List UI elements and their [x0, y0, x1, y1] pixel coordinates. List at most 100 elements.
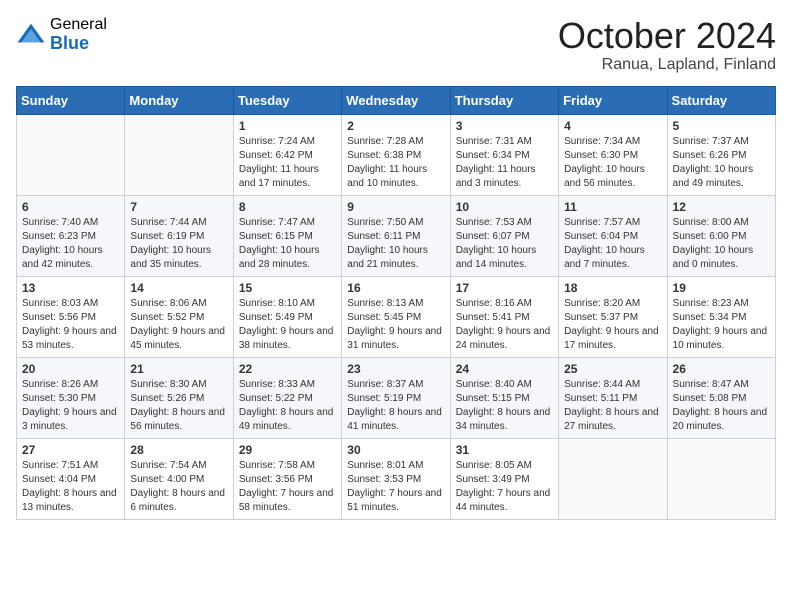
day-number: 14 [130, 281, 227, 295]
day-info: Sunrise: 7:57 AMSunset: 6:04 PMDaylight:… [564, 216, 661, 272]
logo-text: General Blue [50, 16, 107, 53]
logo-blue: Blue [50, 34, 107, 54]
day-info: Sunrise: 7:54 AMSunset: 4:00 PMDaylight:… [130, 459, 227, 515]
day-info: Sunrise: 8:06 AMSunset: 5:52 PMDaylight:… [130, 297, 227, 353]
calendar-week-4: 20 Sunrise: 8:26 AMSunset: 5:30 PMDayligh… [17, 357, 776, 438]
weekday-header-tuesday: Tuesday [233, 86, 341, 114]
calendar-cell: 18 Sunrise: 8:20 AMSunset: 5:37 PMDayligh… [559, 276, 667, 357]
calendar-cell: 23 Sunrise: 8:37 AMSunset: 5:19 PMDayligh… [342, 357, 450, 438]
day-number: 21 [130, 362, 227, 376]
day-number: 5 [673, 119, 770, 133]
day-number: 30 [347, 443, 444, 457]
calendar-cell: 9 Sunrise: 7:50 AMSunset: 6:11 PMDaylight… [342, 195, 450, 276]
calendar-cell [125, 114, 233, 195]
day-info: Sunrise: 8:00 AMSunset: 6:00 PMDaylight:… [673, 216, 770, 272]
day-number: 27 [22, 443, 119, 457]
day-number: 8 [239, 200, 336, 214]
day-info: Sunrise: 7:24 AMSunset: 6:42 PMDaylight:… [239, 135, 336, 191]
calendar-week-2: 6 Sunrise: 7:40 AMSunset: 6:23 PMDaylight… [17, 195, 776, 276]
logo: General Blue [16, 16, 107, 53]
calendar-cell: 24Sunrise: 8:40 AMSunset: 5:15 PMDayligh… [450, 357, 558, 438]
day-info: Sunrise: 8:05 AMSunset: 3:49 PMDaylight:… [456, 459, 553, 515]
day-info: Sunrise: 8:33 AMSunset: 5:22 PMDaylight:… [239, 378, 336, 434]
day-info: Sunrise: 8:23 AMSunset: 5:34 PMDaylight:… [673, 297, 770, 353]
calendar-table: SundayMondayTuesdayWednesdayThursdayFrid… [16, 86, 776, 520]
logo-icon [16, 20, 46, 50]
calendar-cell: 1 Sunrise: 7:24 AMSunset: 6:42 PMDaylight… [233, 114, 341, 195]
day-info: Sunrise: 7:58 AMSunset: 3:56 PMDaylight:… [239, 459, 336, 515]
calendar-cell: 31 Sunrise: 8:05 AMSunset: 3:49 PMDayligh… [450, 438, 558, 519]
day-info: Sunrise: 7:31 AMSunset: 6:34 PMDaylight:… [456, 135, 553, 191]
weekday-header-sunday: Sunday [17, 86, 125, 114]
day-info: Sunrise: 7:51 AMSunset: 4:04 PMDaylight:… [22, 459, 119, 515]
title-block: October 2024 Ranua, Lapland, Finland [558, 16, 776, 74]
day-number: 7 [130, 200, 227, 214]
calendar-cell: 28Sunrise: 7:54 AMSunset: 4:00 PMDayligh… [125, 438, 233, 519]
calendar-cell: 22 Sunrise: 8:33 AMSunset: 5:22 PMDayligh… [233, 357, 341, 438]
calendar-cell [17, 114, 125, 195]
day-number: 9 [347, 200, 444, 214]
calendar-cell: 8 Sunrise: 7:47 AMSunset: 6:15 PMDaylight… [233, 195, 341, 276]
calendar-cell: 30 Sunrise: 8:01 AMSunset: 3:53 PMDayligh… [342, 438, 450, 519]
calendar-week-5: 27 Sunrise: 7:51 AMSunset: 4:04 PMDayligh… [17, 438, 776, 519]
day-number: 26 [673, 362, 770, 376]
calendar-cell: 19 Sunrise: 8:23 AMSunset: 5:34 PMDayligh… [667, 276, 775, 357]
calendar-cell: 17Sunrise: 8:16 AMSunset: 5:41 PMDayligh… [450, 276, 558, 357]
calendar-cell [667, 438, 775, 519]
day-number: 11 [564, 200, 661, 214]
day-info: Sunrise: 8:20 AMSunset: 5:37 PMDaylight:… [564, 297, 661, 353]
day-info: Sunrise: 8:16 AMSunset: 5:41 PMDaylight:… [456, 297, 553, 353]
logo-general: General [50, 16, 107, 34]
calendar-cell: 11 Sunrise: 7:57 AMSunset: 6:04 PMDayligh… [559, 195, 667, 276]
day-info: Sunrise: 7:44 AMSunset: 6:19 PMDaylight:… [130, 216, 227, 272]
calendar-cell: 6 Sunrise: 7:40 AMSunset: 6:23 PMDaylight… [17, 195, 125, 276]
day-number: 18 [564, 281, 661, 295]
day-number: 19 [673, 281, 770, 295]
month-title: October 2024 [558, 16, 776, 56]
calendar-cell: 12Sunrise: 8:00 AMSunset: 6:00 PMDayligh… [667, 195, 775, 276]
day-number: 2 [347, 119, 444, 133]
day-info: Sunrise: 7:50 AMSunset: 6:11 PMDaylight:… [347, 216, 444, 272]
page-header: General Blue October 2024 Ranua, Lapland… [16, 16, 776, 74]
calendar-week-3: 13Sunrise: 8:03 AMSunset: 5:56 PMDayligh… [17, 276, 776, 357]
day-info: Sunrise: 8:44 AMSunset: 5:11 PMDaylight:… [564, 378, 661, 434]
day-info: Sunrise: 8:01 AMSunset: 3:53 PMDaylight:… [347, 459, 444, 515]
calendar-cell: 16Sunrise: 8:13 AMSunset: 5:45 PMDayligh… [342, 276, 450, 357]
weekday-header-monday: Monday [125, 86, 233, 114]
day-number: 20 [22, 362, 119, 376]
day-info: Sunrise: 7:47 AMSunset: 6:15 PMDaylight:… [239, 216, 336, 272]
calendar-cell: 13Sunrise: 8:03 AMSunset: 5:56 PMDayligh… [17, 276, 125, 357]
day-number: 31 [456, 443, 553, 457]
day-info: Sunrise: 8:26 AMSunset: 5:30 PMDaylight:… [22, 378, 119, 434]
day-number: 13 [22, 281, 119, 295]
calendar-cell: 15 Sunrise: 8:10 AMSunset: 5:49 PMDayligh… [233, 276, 341, 357]
weekday-header-thursday: Thursday [450, 86, 558, 114]
weekday-header-row: SundayMondayTuesdayWednesdayThursdayFrid… [17, 86, 776, 114]
calendar-cell: 3Sunrise: 7:31 AMSunset: 6:34 PMDaylight… [450, 114, 558, 195]
calendar-cell: 10 Sunrise: 7:53 AMSunset: 6:07 PMDayligh… [450, 195, 558, 276]
calendar-cell: 29 Sunrise: 7:58 AMSunset: 3:56 PMDayligh… [233, 438, 341, 519]
day-info: Sunrise: 7:40 AMSunset: 6:23 PMDaylight:… [22, 216, 119, 272]
calendar-cell: 20 Sunrise: 8:26 AMSunset: 5:30 PMDayligh… [17, 357, 125, 438]
day-info: Sunrise: 7:37 AMSunset: 6:26 PMDaylight:… [673, 135, 770, 191]
calendar-week-1: 1 Sunrise: 7:24 AMSunset: 6:42 PMDaylight… [17, 114, 776, 195]
calendar-cell: 27 Sunrise: 7:51 AMSunset: 4:04 PMDayligh… [17, 438, 125, 519]
day-number: 16 [347, 281, 444, 295]
calendar-cell: 4Sunrise: 7:34 AMSunset: 6:30 PMDaylight… [559, 114, 667, 195]
weekday-header-saturday: Saturday [667, 86, 775, 114]
day-number: 10 [456, 200, 553, 214]
day-number: 29 [239, 443, 336, 457]
day-info: Sunrise: 8:37 AMSunset: 5:19 PMDaylight:… [347, 378, 444, 434]
day-info: Sunrise: 8:10 AMSunset: 5:49 PMDaylight:… [239, 297, 336, 353]
day-number: 22 [239, 362, 336, 376]
calendar-cell: 26Sunrise: 8:47 AMSunset: 5:08 PMDayligh… [667, 357, 775, 438]
day-number: 23 [347, 362, 444, 376]
day-info: Sunrise: 7:28 AMSunset: 6:38 PMDaylight:… [347, 135, 444, 191]
day-number: 6 [22, 200, 119, 214]
day-info: Sunrise: 7:53 AMSunset: 6:07 PMDaylight:… [456, 216, 553, 272]
calendar-cell: 21Sunrise: 8:30 AMSunset: 5:26 PMDayligh… [125, 357, 233, 438]
day-number: 15 [239, 281, 336, 295]
calendar-cell: 7 Sunrise: 7:44 AMSunset: 6:19 PMDaylight… [125, 195, 233, 276]
day-number: 1 [239, 119, 336, 133]
weekday-header-friday: Friday [559, 86, 667, 114]
